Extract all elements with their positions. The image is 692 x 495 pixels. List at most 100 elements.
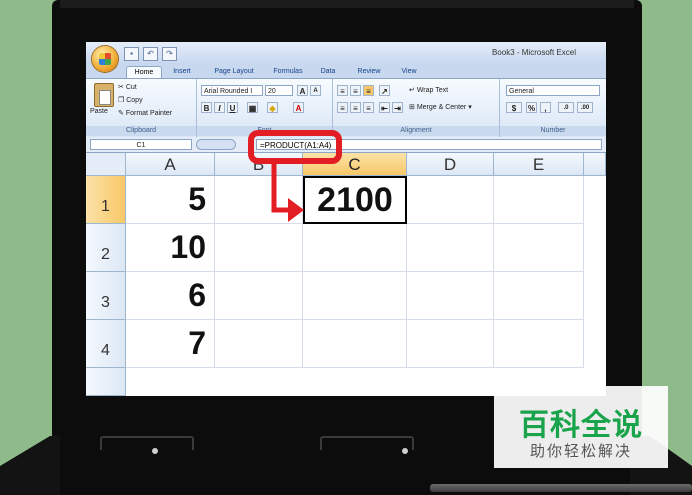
office-button[interactable] — [92, 46, 118, 72]
select-all-corner[interactable] — [86, 153, 126, 176]
font-color-icon[interactable]: A — [293, 102, 304, 113]
cell-a2[interactable]: 10 — [126, 224, 215, 272]
merge-center-button[interactable]: ⊞ Merge & Center ▾ — [409, 103, 472, 111]
bold-icon[interactable]: B — [201, 102, 212, 113]
font-size-select[interactable]: 20 — [265, 85, 293, 96]
redo-icon[interactable]: ↷ — [162, 47, 177, 61]
fill-color-icon[interactable]: ◈ — [267, 102, 278, 113]
underline-icon[interactable]: U — [227, 102, 238, 113]
wrap-icon: ↵ — [409, 87, 415, 94]
tab-insert[interactable]: Insert — [166, 66, 198, 78]
alignment-label: Alignment — [333, 126, 499, 136]
align-center-icon[interactable]: ≡ — [350, 102, 361, 113]
row-header-2[interactable]: 2 — [86, 224, 126, 272]
worksheet-grid: A B C D E 1 2 3 4 5 2100 10 6 7 — [86, 153, 606, 396]
decrease-decimal-icon[interactable]: .00 — [577, 102, 593, 113]
alignment-group: ≡ ≡ ≡ ↗ ↵ Wrap Text ≡ ≡ ≡ ⇤ ⇥ ⊞ Merge & … — [333, 79, 500, 137]
cell-e3[interactable] — [494, 272, 584, 320]
clipboard-group: Paste ✂ Cut ❐ Copy ✎ Format Painter Clip… — [86, 79, 197, 137]
cell-e4[interactable] — [494, 320, 584, 368]
percent-button[interactable]: % — [526, 102, 537, 113]
cell-a3[interactable]: 6 — [126, 272, 215, 320]
align-bottom-icon[interactable]: ≡ — [363, 85, 374, 96]
clipboard-label: Clipboard — [86, 126, 196, 136]
comma-button[interactable]: , — [540, 102, 551, 113]
tab-page-layout[interactable]: Page Layout — [204, 66, 264, 78]
save-icon[interactable]: ▪ — [124, 47, 139, 61]
cut-button[interactable]: ✂ Cut — [118, 83, 137, 91]
cell-c1[interactable]: 2100 — [303, 176, 407, 224]
title-bar: ▪ ↶ ↷ Book3 - Microsoft Excel — [86, 42, 606, 64]
bezel-highlight — [60, 0, 634, 8]
cell-b4[interactable] — [215, 320, 303, 368]
tab-review[interactable]: Review — [350, 66, 388, 78]
paste-button[interactable]: Paste — [90, 108, 108, 115]
ribbon: Paste ✂ Cut ❐ Copy ✎ Format Painter Clip… — [86, 78, 606, 138]
row-header-5[interactable] — [86, 368, 126, 396]
cell-a4[interactable]: 7 — [126, 320, 215, 368]
cell-d4[interactable] — [407, 320, 494, 368]
cell-c4[interactable] — [303, 320, 407, 368]
watermark-subtitle: 助你轻松解决 — [529, 442, 632, 460]
align-middle-icon[interactable]: ≡ — [350, 85, 361, 96]
column-header-a[interactable]: A — [126, 153, 215, 176]
tab-view[interactable]: View — [394, 66, 424, 78]
currency-icon[interactable]: $ — [506, 102, 522, 113]
cell-c3[interactable] — [303, 272, 407, 320]
decrease-indent-icon[interactable]: ⇤ — [379, 102, 390, 113]
column-header-f[interactable] — [584, 153, 606, 176]
copy-button[interactable]: ❐ Copy — [118, 96, 143, 104]
merge-icon: ⊞ — [409, 104, 415, 111]
row-header-1[interactable]: 1 — [86, 176, 126, 224]
watermark: 百科全说 助你轻松解决 — [494, 386, 668, 468]
laptop-base-left — [0, 436, 60, 495]
tab-formulas[interactable]: Formulas — [268, 66, 308, 78]
row-header-3[interactable]: 3 — [86, 272, 126, 320]
hinge-right — [320, 436, 414, 450]
row-header-4[interactable]: 4 — [86, 320, 126, 368]
increase-indent-icon[interactable]: ⇥ — [392, 102, 403, 113]
cell-b2[interactable] — [215, 224, 303, 272]
insert-function-icon[interactable] — [196, 139, 236, 150]
hinge-dot-left — [152, 448, 158, 454]
cell-e2[interactable] — [494, 224, 584, 272]
font-name-select[interactable]: Arial Rounded I — [201, 85, 263, 96]
format-painter-button[interactable]: ✎ Format Painter — [118, 109, 172, 117]
undo-icon[interactable]: ↶ — [143, 47, 158, 61]
cell-d1[interactable] — [407, 176, 494, 224]
number-format-select[interactable]: General — [506, 85, 600, 96]
scissors-icon: ✂ — [118, 84, 124, 91]
formula-bar: C1 =PRODUCT(A1:A4) — [86, 137, 606, 153]
cell-b1[interactable] — [215, 176, 303, 224]
italic-icon[interactable]: I — [214, 102, 225, 113]
align-right-icon[interactable]: ≡ — [363, 102, 374, 113]
paste-icon[interactable] — [94, 83, 114, 107]
column-header-e[interactable]: E — [494, 153, 584, 176]
shrink-font-icon[interactable]: A — [310, 85, 321, 96]
cell-d2[interactable] — [407, 224, 494, 272]
align-top-icon[interactable]: ≡ — [337, 85, 348, 96]
brush-icon: ✎ — [118, 110, 124, 117]
cell-c2[interactable] — [303, 224, 407, 272]
laptop-base-strip — [430, 484, 692, 492]
cell-d3[interactable] — [407, 272, 494, 320]
column-header-d[interactable]: D — [407, 153, 494, 176]
orientation-icon[interactable]: ↗ — [379, 85, 390, 96]
quick-access-toolbar: ▪ ↶ ↷ — [124, 47, 177, 61]
copy-icon: ❐ — [118, 97, 125, 104]
tab-data[interactable]: Data — [314, 66, 342, 78]
name-box[interactable]: C1 — [90, 139, 192, 150]
borders-icon[interactable]: ▦ — [247, 102, 258, 113]
increase-decimal-icon[interactable]: .0 — [558, 102, 574, 113]
font-group: Arial Rounded I 20 A A B I U ▦ ◈ A Font — [197, 79, 333, 137]
grow-font-icon[interactable]: A — [297, 85, 308, 96]
hinge-left — [100, 436, 194, 450]
formula-highlight — [248, 130, 342, 164]
number-group: General $ % , .0 .00 Number — [500, 79, 606, 137]
wrap-text-button[interactable]: ↵ Wrap Text — [409, 86, 448, 94]
cell-e1[interactable] — [494, 176, 584, 224]
align-left-icon[interactable]: ≡ — [337, 102, 348, 113]
cell-a1[interactable]: 5 — [126, 176, 215, 224]
ribbon-tabs: Home Insert Page Layout Formulas Data Re… — [86, 64, 606, 79]
cell-b3[interactable] — [215, 272, 303, 320]
